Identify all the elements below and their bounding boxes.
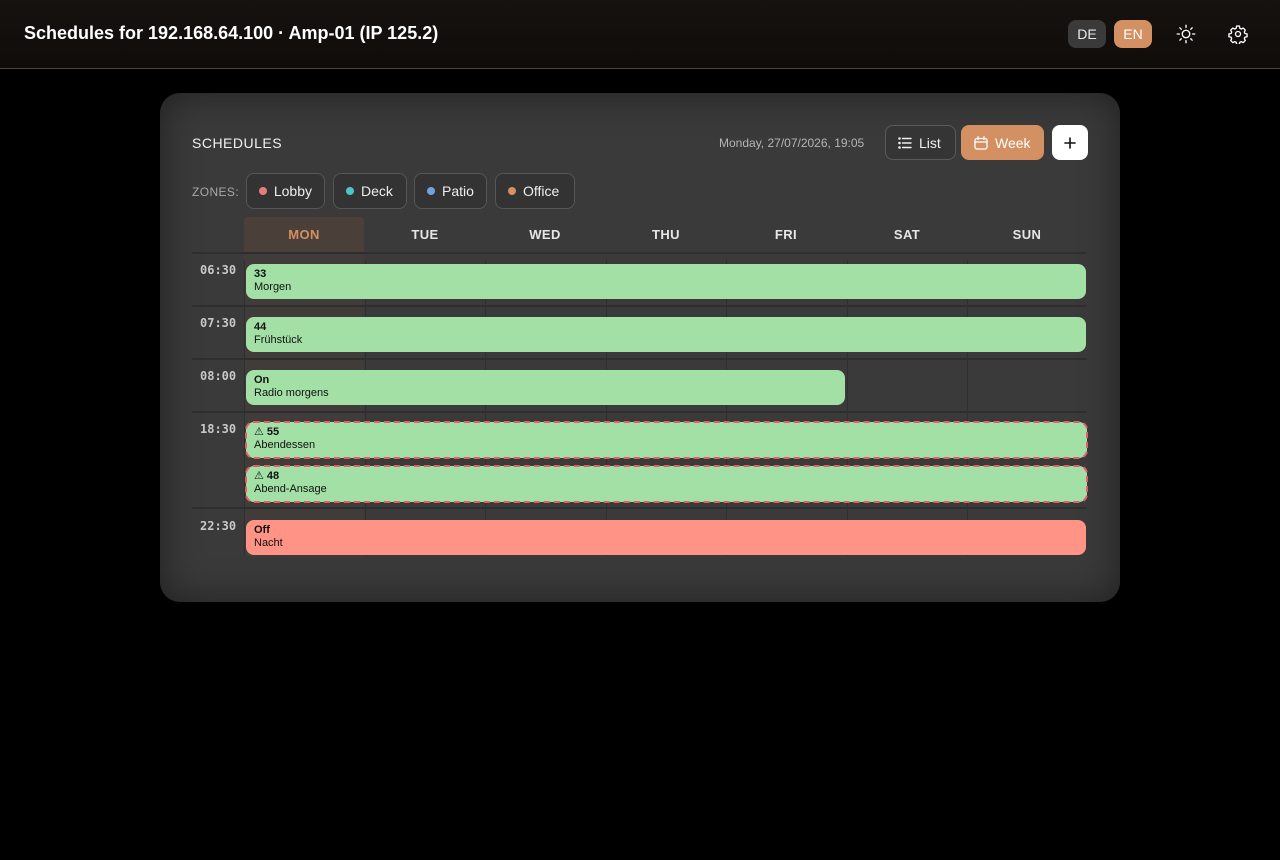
zone-chip-office[interactable]: Office [495,173,575,209]
day-header-sat: SAT [893,227,921,242]
event-name: Nacht [254,537,283,549]
grid-row-separator [192,411,1087,413]
grid-row-separator [192,507,1087,509]
zone-color-dot [346,187,354,195]
event-value: ⚠ 48 [254,470,280,482]
theme-toggle-button[interactable] [1172,20,1200,48]
time-label: 07:30 [200,316,237,330]
add-schedule-button[interactable] [1052,125,1088,160]
schedule-event[interactable]: Off Nacht [246,520,1086,555]
time-label: 08:00 [200,369,237,383]
list-view-button[interactable]: List [885,125,956,160]
grid-row-separator [192,305,1087,307]
event-value: 33 [254,268,267,280]
plus-icon [1064,136,1076,149]
zone-chip-patio[interactable]: Patio [414,173,487,209]
day-header-tue: TUE [411,227,439,242]
zones-label: ZONES: [192,185,240,199]
zone-color-dot [508,187,516,195]
list-view-label: List [919,134,941,151]
time-label: 18:30 [200,422,237,436]
event-name: Frühstück [254,334,303,346]
week-view-button[interactable]: Week [961,125,1044,160]
card-title: SCHEDULES [192,135,283,151]
calendar-icon [974,135,988,150]
event-value: ⚠ 55 [254,426,280,438]
language-en-button[interactable]: EN [1114,20,1152,48]
event-name: Radio morgens [254,387,329,399]
sun-icon [1176,24,1196,44]
day-header-mon: MON [244,217,364,253]
page-title: Schedules for 192.168.64.100 · Amp-01 (I… [24,23,439,43]
event-name: Morgen [254,281,292,293]
day-header-fri: FRI [774,227,798,242]
zone-color-dot [259,187,267,195]
top-bar: Schedules for 192.168.64.100 · Amp-01 (I… [0,0,1280,69]
current-datetime: Monday, 27/07/2026, 19:05 [719,136,865,150]
schedule-event[interactable]: 44 Frühstück [246,317,1086,352]
event-name: Abend-Ansage [254,483,327,495]
schedule-event[interactable]: On Radio morgens [246,370,845,405]
grid-row-separator [192,358,1087,360]
grid-row-separator [192,252,1087,254]
gear-icon [1228,25,1248,44]
zone-color-dot [427,187,435,195]
day-header-wed: WED [529,227,561,242]
day-header-sun: SUN [1012,227,1042,242]
zone-label: Office [523,183,560,199]
event-value: On [254,374,270,386]
schedule-event[interactable]: 33 Morgen [246,264,1086,299]
week-view-label: Week [995,134,1031,151]
zone-label: Lobby [273,183,312,199]
event-name: Abendessen [254,439,316,451]
schedule-event-warning[interactable]: ⚠ 48 Abend-Ansage [245,465,1088,503]
time-label: 22:30 [200,519,237,533]
zone-chip-lobby[interactable]: Lobby [246,173,325,209]
schedules-card: SCHEDULES Monday, 27/07/2026, 19:05 List… [160,93,1120,602]
day-header-thu: THU [652,227,680,242]
list-icon [898,136,912,149]
schedule-event-warning[interactable]: ⚠ 55 Abendessen [245,421,1088,459]
time-label: 06:30 [200,263,237,277]
zone-chip-deck[interactable]: Deck [333,173,407,209]
settings-button[interactable] [1224,20,1252,48]
zone-label: Deck [361,183,393,199]
event-value: 44 [254,321,267,333]
zone-label: Patio [442,183,474,199]
language-de-button[interactable]: DE [1068,20,1106,48]
event-value: Off [254,524,270,536]
